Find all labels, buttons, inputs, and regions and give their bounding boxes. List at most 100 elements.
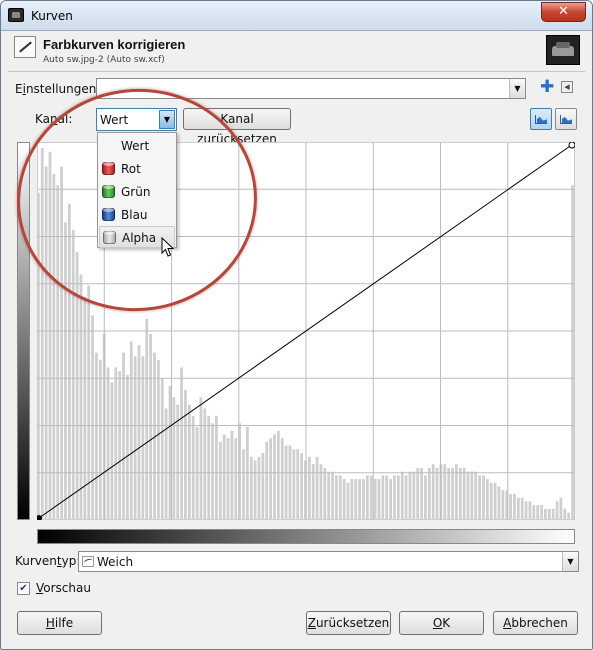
curve-type-label: Kurventyp:: [15, 554, 81, 568]
histogram-bar: [280, 438, 284, 520]
ok-button[interactable]: OK: [399, 611, 484, 635]
channel-option-red[interactable]: Rot: [99, 158, 175, 180]
channel-dropdown-menu: Wert Rot Grün Blau Alpha: [97, 132, 177, 248]
green-channel-icon: [102, 185, 115, 198]
histogram-bar: [226, 438, 230, 520]
channel-option-green[interactable]: Grün: [99, 181, 175, 203]
histogram-bar: [528, 501, 532, 520]
preview-checkbox[interactable]: ✔: [17, 582, 30, 595]
histogram-bar: [435, 467, 439, 520]
histogram-bar: [381, 475, 385, 520]
chevron-down-icon[interactable]: ▼: [562, 552, 578, 571]
image-name-subtitle: Auto sw.jpg-2 (Auto sw.xcf): [43, 55, 165, 65]
histogram-bar: [424, 475, 427, 520]
histogram-bar: [242, 449, 245, 520]
histogram-bar: [288, 445, 292, 520]
chevron-down-icon[interactable]: ▼: [509, 79, 525, 98]
curve-type-value: Weich: [97, 555, 134, 569]
histogram-bar: [199, 397, 203, 520]
mouse-pointer-icon: [161, 237, 175, 257]
preview-label[interactable]: Vorschau: [36, 581, 91, 595]
histogram-bar: [470, 471, 474, 520]
histogram-bar: [478, 475, 482, 520]
histogram-bar: [265, 441, 269, 520]
histogram-bar: [389, 479, 392, 520]
reset-button[interactable]: Zurücksetzen: [306, 611, 391, 635]
channel-option-value[interactable]: Wert: [99, 135, 175, 157]
close-button[interactable]: ✕: [541, 2, 586, 22]
histogram-bar: [451, 467, 454, 520]
histogram-bar: [551, 508, 555, 520]
histogram-bar: [369, 475, 373, 520]
histogram-bar: [156, 360, 160, 520]
histogram-bar: [246, 427, 249, 520]
histogram-bar: [420, 467, 423, 520]
histogram-bar: [149, 334, 153, 520]
curve-point-end[interactable]: [568, 142, 575, 149]
histogram-bar: [323, 467, 327, 520]
histogram-bar: [466, 471, 470, 520]
histogram-bar: [393, 475, 396, 520]
settings-label: Einstellungen:: [15, 82, 101, 96]
histogram-bar: [315, 456, 319, 520]
histogram-bar: [129, 341, 133, 520]
histogram-bar: [79, 274, 83, 520]
histogram-bar: [327, 471, 331, 520]
histogram-bar: [215, 415, 218, 520]
histogram-bar: [396, 475, 400, 520]
horizontal-gradient-bar: [37, 529, 575, 544]
histogram-bar: [261, 453, 265, 520]
histogram-bar: [296, 449, 300, 520]
histogram-bar: [513, 493, 516, 520]
add-preset-icon[interactable]: ✚: [540, 79, 554, 96]
dialog-heading: Farbkurven korrigieren: [43, 37, 186, 52]
title-bar[interactable]: Kurven ✕: [1, 1, 592, 31]
histogram-bar: [172, 397, 176, 520]
histogram-bar: [497, 486, 501, 520]
linear-histogram-icon[interactable]: [530, 108, 552, 130]
histogram-bar: [354, 479, 358, 520]
histogram-bar: [106, 367, 110, 520]
curves-tool-icon: [14, 36, 36, 58]
histogram-bar: [400, 471, 404, 520]
histogram-bar: [408, 471, 412, 520]
cancel-button[interactable]: Abbrechen: [493, 611, 578, 635]
histogram-bar: [284, 445, 288, 520]
window-title: Kurven: [31, 9, 73, 23]
histogram-bar: [145, 319, 149, 520]
histogram-bar: [249, 456, 253, 520]
channel-option-blue[interactable]: Blau: [99, 204, 175, 226]
histogram-bar: [211, 423, 214, 520]
histogram-bar: [462, 467, 466, 520]
histogram-bar: [342, 479, 346, 520]
histogram-bar: [137, 345, 141, 520]
histogram-bar: [218, 441, 222, 520]
histogram-bar: [300, 453, 303, 520]
histogram-bar: [362, 479, 365, 520]
preset-menu-icon[interactable]: ◀: [561, 81, 573, 93]
help-button[interactable]: Hilfe: [17, 611, 102, 635]
histogram-bar: [567, 512, 571, 520]
histogram-bar: [276, 430, 280, 520]
histogram-bar: [98, 360, 102, 520]
histogram-bar: [126, 374, 129, 520]
histogram-bar: [338, 475, 342, 520]
histogram-bar: [335, 475, 338, 520]
histogram-bar: [493, 482, 497, 520]
histogram-bar: [404, 475, 408, 520]
histogram-bar: [184, 389, 187, 520]
logarithmic-histogram-icon[interactable]: [555, 108, 577, 130]
histogram-bar: [536, 505, 540, 520]
histogram-bar: [373, 479, 377, 520]
histogram-bar: [91, 315, 94, 520]
histogram-bar: [489, 482, 493, 520]
histogram-bar: [87, 285, 91, 520]
curve-type-select[interactable]: Weich ▼: [78, 551, 579, 572]
histogram-bar: [365, 475, 369, 520]
histogram-bar: [114, 367, 118, 520]
histogram-bar: [253, 460, 257, 520]
histogram-bar: [385, 475, 389, 520]
histogram-bar: [230, 430, 234, 520]
histogram-bar: [571, 185, 574, 520]
histogram-bar: [133, 356, 137, 520]
